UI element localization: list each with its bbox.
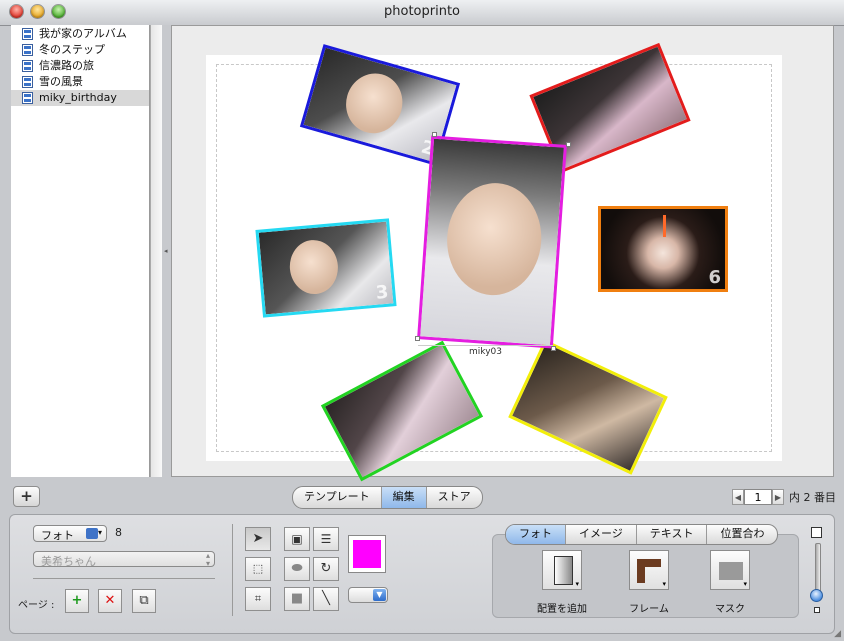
page-total-label: 内 2 番目 — [789, 491, 836, 504]
color-well[interactable] — [348, 535, 386, 573]
album-item-label: 信濃路の旅 — [39, 59, 94, 72]
split-view-divider[interactable]: ◂ — [162, 25, 171, 477]
name-popup[interactable]: 美希ちゃん ▴ ▾ — [33, 551, 215, 568]
album-icon — [22, 92, 33, 104]
album-item-label: 冬のステップ — [39, 43, 105, 56]
inspector-divider — [33, 578, 215, 579]
mode-tabs: テンプレート 編集 ストア — [292, 486, 483, 509]
album-item[interactable]: 信濃路の旅 — [11, 58, 149, 74]
tab-align[interactable]: 位置合わ — [707, 525, 777, 544]
tools-divider — [232, 524, 233, 616]
add-album-button[interactable]: + — [13, 486, 40, 507]
resize-handle[interactable] — [415, 336, 420, 341]
page-add-icon[interactable]: + — [65, 589, 89, 613]
candle-shape — [663, 215, 666, 237]
album-icon — [22, 44, 33, 56]
mask-button[interactable]: ▾ — [710, 550, 750, 590]
updown-chevron-icon: ▴ ▾ — [205, 551, 210, 568]
text-box-tool-icon[interactable]: ▣ — [284, 527, 310, 551]
resize-handle[interactable] — [432, 132, 437, 137]
tab-store[interactable]: ストア — [427, 487, 482, 508]
rotate-tool-icon[interactable]: ↻ — [313, 557, 339, 581]
line-tool-icon[interactable]: ╲ — [313, 587, 339, 611]
tab-template[interactable]: テンプレート — [293, 487, 382, 508]
photo-type-icon — [86, 528, 98, 539]
title-bar[interactable]: photoprinto — [0, 0, 844, 26]
add-placement-button[interactable]: ▾ — [542, 550, 582, 590]
album-icon — [22, 60, 33, 72]
photo-item[interactable]: 6 — [598, 206, 728, 292]
photo-number: 6 — [708, 267, 721, 288]
zoom-large-icon — [811, 527, 822, 538]
window-title: photoprinto — [384, 4, 460, 19]
album-list: 我が家のアルバム 冬のステップ 信濃路の旅 雪の風景 miky_birthday — [11, 25, 150, 477]
chevron-down-icon: ▾ — [98, 528, 103, 537]
photo-caption[interactable]: miky03 — [418, 345, 553, 357]
add-placement-label: 配置を追加 — [537, 604, 587, 615]
tab-image[interactable]: イメージ — [566, 525, 637, 544]
photo-item-selected[interactable] — [417, 135, 567, 349]
album-item-selected[interactable]: miky_birthday — [11, 90, 149, 106]
album-item[interactable]: 冬のステップ — [11, 42, 149, 58]
arrow-tool-icon[interactable]: ➤ — [245, 527, 271, 551]
chevron-down-icon: ▾ — [743, 580, 747, 588]
page-copy-icon[interactable]: ⧉ — [132, 589, 156, 613]
ellipse-tool-icon[interactable]: ⬬ — [284, 557, 310, 581]
chevron-down-icon: ▾ — [575, 580, 579, 588]
album-item[interactable]: 我が家のアルバム — [11, 26, 149, 42]
item-type-popup[interactable]: フォト ▾ — [33, 525, 107, 542]
previous-page-button[interactable]: ◀ — [732, 489, 744, 505]
next-page-button[interactable]: ▶ — [772, 489, 784, 505]
name-popup-value: 美希ちゃん — [41, 555, 96, 568]
add-placement-icon — [554, 556, 573, 585]
item-count: 8 — [115, 526, 122, 539]
album-item-label: miky_birthday — [39, 91, 117, 104]
resize-grip-icon[interactable]: ◢ — [834, 629, 841, 639]
crop-tool-icon[interactable]: ⌗ — [245, 587, 271, 611]
page-label: ページ : — [18, 600, 55, 611]
tab-edit[interactable]: 編集 — [381, 487, 427, 508]
chevron-down-icon: ▾ — [662, 580, 666, 588]
tab-text[interactable]: テキスト — [637, 525, 708, 544]
mask-label: マスク — [715, 604, 745, 615]
album-item[interactable]: 雪の風景 — [11, 74, 149, 90]
page-delete-icon[interactable]: ✕ — [98, 589, 122, 613]
current-color-swatch — [353, 540, 381, 568]
app-window: photoprinto 我が家のアルバム 冬のステップ 信濃路の旅 雪の風景 m… — [0, 0, 844, 641]
inspector-tabs: フォト イメージ テキスト 位置合わ — [505, 524, 779, 545]
line-style-popup[interactable]: ▼ — [348, 587, 388, 603]
photo-item[interactable]: 3 — [255, 218, 397, 318]
album-item-label: 雪の風景 — [39, 75, 83, 88]
frame-button[interactable]: ▾ — [629, 550, 669, 590]
photo-number: 3 — [374, 281, 390, 304]
tab-photo[interactable]: フォト — [506, 525, 566, 544]
album-item-label: 我が家のアルバム — [39, 27, 127, 40]
page-navigator: ◀ 1 ▶ 内 2 番目 — [732, 488, 836, 506]
text-list-tool-icon[interactable]: ☰ — [313, 527, 339, 551]
frame-label: フレーム — [629, 604, 669, 615]
mask-icon — [719, 562, 743, 580]
select-tool-icon[interactable]: ⬚ — [245, 557, 271, 581]
rect-tool-icon[interactable]: ■ — [284, 587, 310, 611]
page-number-field[interactable]: 1 — [744, 489, 772, 505]
resize-handle[interactable] — [566, 142, 571, 147]
chevron-down-icon: ▼ — [373, 589, 386, 601]
album-icon — [22, 76, 33, 88]
divider-grip-icon: ◂ — [164, 247, 168, 255]
zoom-slider-knob[interactable] — [810, 589, 823, 602]
album-icon — [22, 28, 33, 40]
frame-icon — [637, 559, 661, 583]
zoom-small-icon — [814, 607, 820, 613]
item-type-value: フォト — [41, 529, 74, 542]
